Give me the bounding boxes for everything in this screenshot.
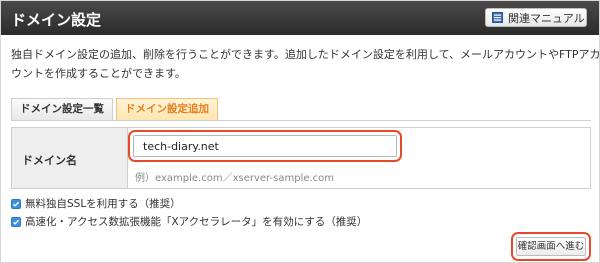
domain-form-table: ドメイン名 例）example.com／xserver-sample.com xyxy=(11,127,591,189)
ssl-option-label: 無料独自SSLを利用する（推奨） xyxy=(25,198,181,210)
tab-domain-list[interactable]: ドメイン設定一覧 xyxy=(11,98,113,120)
description: 独自ドメイン設定の追加、削除を行うことができます。追加したドメイン設定を利用して… xyxy=(11,45,600,83)
domain-label: ドメイン名 xyxy=(22,154,77,167)
tab-bar: ドメイン設定一覧 ドメイン設定追加 xyxy=(11,98,221,120)
confirm-button[interactable]: 確認画面へ進む xyxy=(511,232,591,261)
tab-domain-add[interactable]: ドメイン設定追加 xyxy=(116,98,218,120)
domain-example-hint: 例）example.com／xserver-sample.com xyxy=(135,173,335,184)
book-icon xyxy=(492,12,503,23)
related-manual-label: 関連マニュアル xyxy=(508,11,585,25)
description-line-1: 独自ドメイン設定の追加、削除を行うことができます。追加したドメイン設定を利用して… xyxy=(11,48,600,61)
xaccelerator-option: 高速化・アクセス数拡張機能「Xアクセラレータ」を有効にする（推奨） xyxy=(11,214,367,229)
check-icon xyxy=(13,201,20,207)
tab-divider xyxy=(11,120,591,121)
description-line-2: ウントを作成することができます。 xyxy=(11,67,186,80)
ssl-checkbox[interactable] xyxy=(11,198,21,209)
ssl-option: 無料独自SSLを利用する（推奨） xyxy=(11,196,181,211)
page-title: ドメイン設定 xyxy=(11,11,102,29)
check-icon xyxy=(13,219,20,225)
xaccelerator-option-label: 高速化・アクセス数拡張機能「Xアクセラレータ」を有効にする（推奨） xyxy=(25,216,368,228)
xaccelerator-checkbox[interactable] xyxy=(11,216,21,227)
domain-label-cell: ドメイン名 xyxy=(12,128,128,188)
domain-input[interactable] xyxy=(128,130,402,162)
domain-settings-panel: ドメイン設定 関連マニュアル 独自ドメイン設定の追加、削除を行うことができます。… xyxy=(0,0,600,263)
header-bar: ドメイン設定 関連マニュアル xyxy=(1,1,599,35)
related-manual-button[interactable]: 関連マニュアル xyxy=(485,8,587,27)
